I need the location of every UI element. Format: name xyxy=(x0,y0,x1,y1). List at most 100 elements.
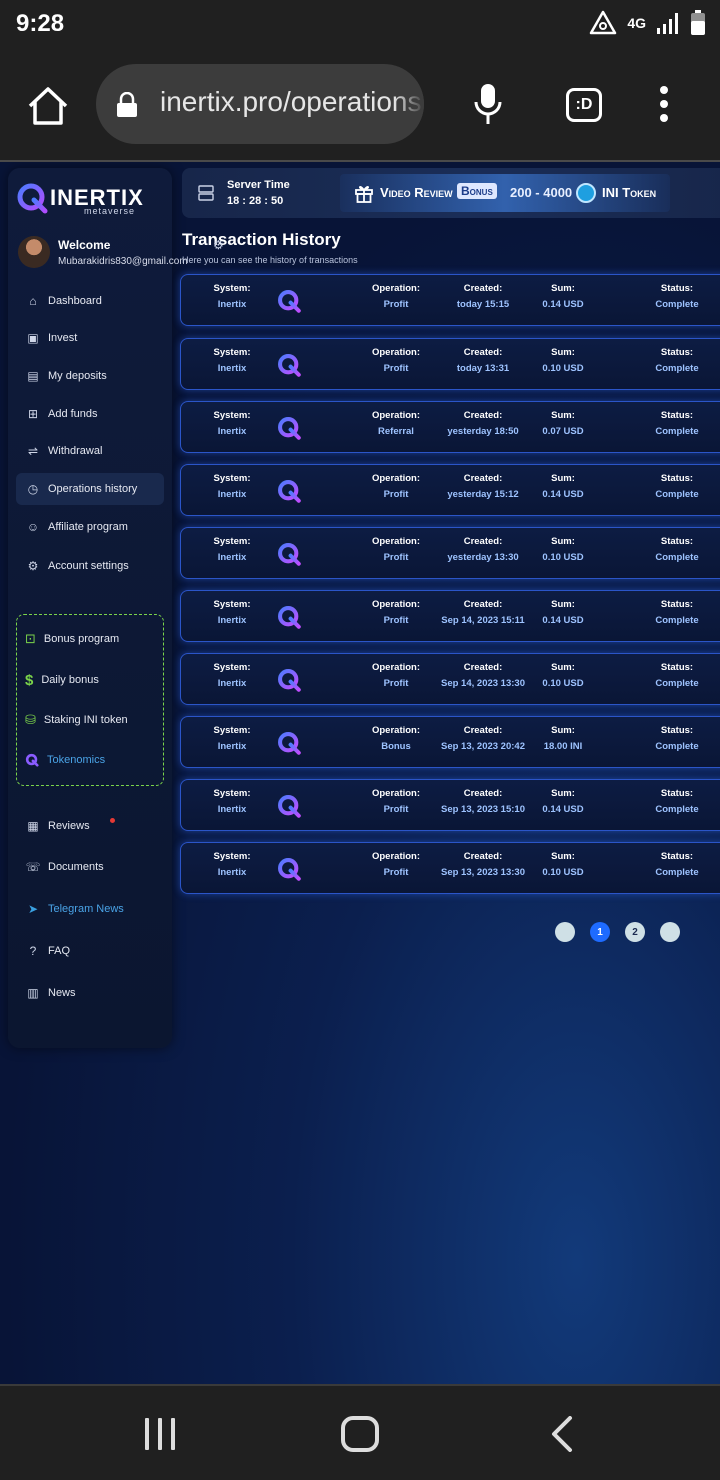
operation-value: Profit xyxy=(383,552,409,563)
inertix-logo-icon xyxy=(278,480,301,503)
operation-value: Profit xyxy=(383,804,409,815)
home-nav-icon[interactable] xyxy=(340,1416,380,1452)
telegram-icon: ➤ xyxy=(27,902,39,916)
operation-cell: Operation: Profit xyxy=(361,473,431,500)
back-icon[interactable] xyxy=(548,1416,576,1452)
system-value: Inertix xyxy=(217,552,247,563)
system-nav-bar xyxy=(0,1384,720,1480)
status-label: Status: xyxy=(660,599,694,610)
sidebar-item-label: Reviews xyxy=(48,820,90,832)
created-label: Created: xyxy=(463,473,503,484)
tabs-button[interactable]: :D xyxy=(566,88,602,122)
sum-value: 18.00 INI xyxy=(543,741,583,752)
status-cell: Status: Complete xyxy=(641,536,713,563)
system-label: System: xyxy=(213,599,251,610)
status-value: Complete xyxy=(655,426,699,437)
gear-icon: ⚙ xyxy=(213,238,224,252)
browser-toolbar: inertix.pro/operations :D xyxy=(0,52,720,160)
sidebar-item-account-settings[interactable]: ⚙ Account settings xyxy=(16,550,164,582)
pagination-next[interactable] xyxy=(660,922,680,942)
wallet-icon: ▣ xyxy=(27,331,39,345)
sidebar-item-telegram-news[interactable]: ➤ Telegram News xyxy=(16,893,164,925)
sum-label: Sum: xyxy=(551,473,575,484)
status-value: Complete xyxy=(655,741,699,752)
status-cell: Status: Complete xyxy=(641,347,713,374)
sidebar-item-faq[interactable]: ? FAQ xyxy=(16,935,164,967)
system-label: System: xyxy=(213,662,251,673)
sidebar-item-label: Tokenomics xyxy=(47,754,106,766)
system-value: Inertix xyxy=(217,867,247,878)
created-value: today 15:15 xyxy=(456,299,510,310)
system-label: System: xyxy=(213,410,251,421)
table-row: System: Inertix Operation: Profit Created: t… xyxy=(180,338,720,390)
avatar[interactable] xyxy=(18,236,50,268)
pagination-prev[interactable] xyxy=(555,922,575,942)
promo-bonus-chip: Bonus xyxy=(457,183,497,199)
sidebar-item-staking-ini-token[interactable]: ⛁ Staking INI token xyxy=(25,705,165,735)
operation-cell: Operation: Profit xyxy=(361,283,431,310)
sidebar-item-bonus-program[interactable]: ⊡ Bonus program xyxy=(25,624,165,654)
network-4g-label: 4G xyxy=(627,15,646,31)
promo-token: INI Token xyxy=(602,185,657,200)
sidebar-item-label: Dashboard xyxy=(48,295,102,307)
status-value: Complete xyxy=(655,552,699,563)
sidebar-item-affiliate-program[interactable]: ☺ Affiliate program xyxy=(16,511,164,543)
more-menu-icon[interactable] xyxy=(656,86,672,126)
created-label: Created: xyxy=(463,725,503,736)
pagination-page-2[interactable]: 2 xyxy=(625,922,645,942)
microphone-icon[interactable] xyxy=(472,82,504,126)
table-row: System: Inertix Operation: Profit Created: t… xyxy=(180,274,720,326)
system-label: System: xyxy=(213,536,251,547)
page-title: Transaction History xyxy=(182,230,341,249)
status-label: Status: xyxy=(660,410,694,421)
sidebar-item-add-funds[interactable]: ⊞ Add funds xyxy=(16,398,164,430)
created-label: Created: xyxy=(463,599,503,610)
status-cell: Status: Complete xyxy=(641,851,713,878)
sidebar-item-invest[interactable]: ▣ Invest xyxy=(16,322,164,354)
system-cell: System: Inertix xyxy=(201,851,263,878)
address-bar[interactable]: inertix.pro/operations xyxy=(96,64,424,144)
operation-cell: Operation: Profit xyxy=(361,851,431,878)
sum-value: 0.10 USD xyxy=(542,363,584,374)
inertix-logo-icon xyxy=(278,858,301,881)
system-label: System: xyxy=(213,283,251,294)
sidebar-item-operations-history[interactable]: ◷ Operations history xyxy=(16,473,164,505)
operation-label: Operation: xyxy=(371,410,421,421)
operation-value: Referral xyxy=(378,426,414,437)
recent-apps-icon[interactable] xyxy=(142,1416,178,1452)
sum-cell: Sum: 0.14 USD xyxy=(527,473,599,500)
sum-value: 0.14 USD xyxy=(542,299,584,310)
created-label: Created: xyxy=(463,410,503,421)
sidebar-item-dashboard[interactable]: ⌂ Dashboard xyxy=(16,285,164,317)
status-label: Status: xyxy=(660,473,694,484)
created-value: yesterday 13:30 xyxy=(447,552,519,563)
withdraw-icon: ⇌ xyxy=(27,444,39,458)
user-email: Mubarakidris830@gmail.com xyxy=(58,256,188,267)
sidebar-item-news[interactable]: ▥ News xyxy=(16,977,164,1009)
sidebar-item-tokenomics[interactable]: Tokenomics xyxy=(25,745,165,775)
video-review-promo[interactable]: Video Review Bonus 200 - 4000 INI Token xyxy=(340,174,670,212)
sidebar-item-daily-bonus[interactable]: $ Daily bonus xyxy=(25,665,165,695)
sum-cell: Sum: 0.14 USD xyxy=(527,283,599,310)
status-cell: Status: Complete xyxy=(641,788,713,815)
system-cell: System: Inertix xyxy=(201,410,263,437)
operation-label: Operation: xyxy=(371,662,421,673)
created-cell: Created: yesterday 13:30 xyxy=(431,536,535,563)
sidebar-item-reviews[interactable]: ▦ Reviews xyxy=(16,810,164,842)
sidebar-item-my-deposits[interactable]: ▤ My deposits xyxy=(16,360,164,392)
inertix-logo-icon xyxy=(278,795,301,818)
home-icon[interactable] xyxy=(26,84,70,128)
table-row: System: Inertix Operation: Profit Created: S… xyxy=(180,842,720,894)
pagination-page-1[interactable]: 1 xyxy=(590,922,610,942)
operation-cell: Operation: Profit xyxy=(361,536,431,563)
system-label: System: xyxy=(213,473,251,484)
status-value: Complete xyxy=(655,363,699,374)
reviews-icon: ▦ xyxy=(27,819,39,833)
sidebar-item-documents[interactable]: ☏ Documents xyxy=(16,851,164,883)
status-value: Complete xyxy=(655,615,699,626)
sidebar-item-withdrawal[interactable]: ⇌ Withdrawal xyxy=(16,435,164,467)
status-cell: Status: Complete xyxy=(641,599,713,626)
sidebar-item-label: FAQ xyxy=(48,945,71,957)
sidebar-item-label: Account settings xyxy=(48,560,129,572)
sum-value: 0.07 USD xyxy=(542,426,584,437)
